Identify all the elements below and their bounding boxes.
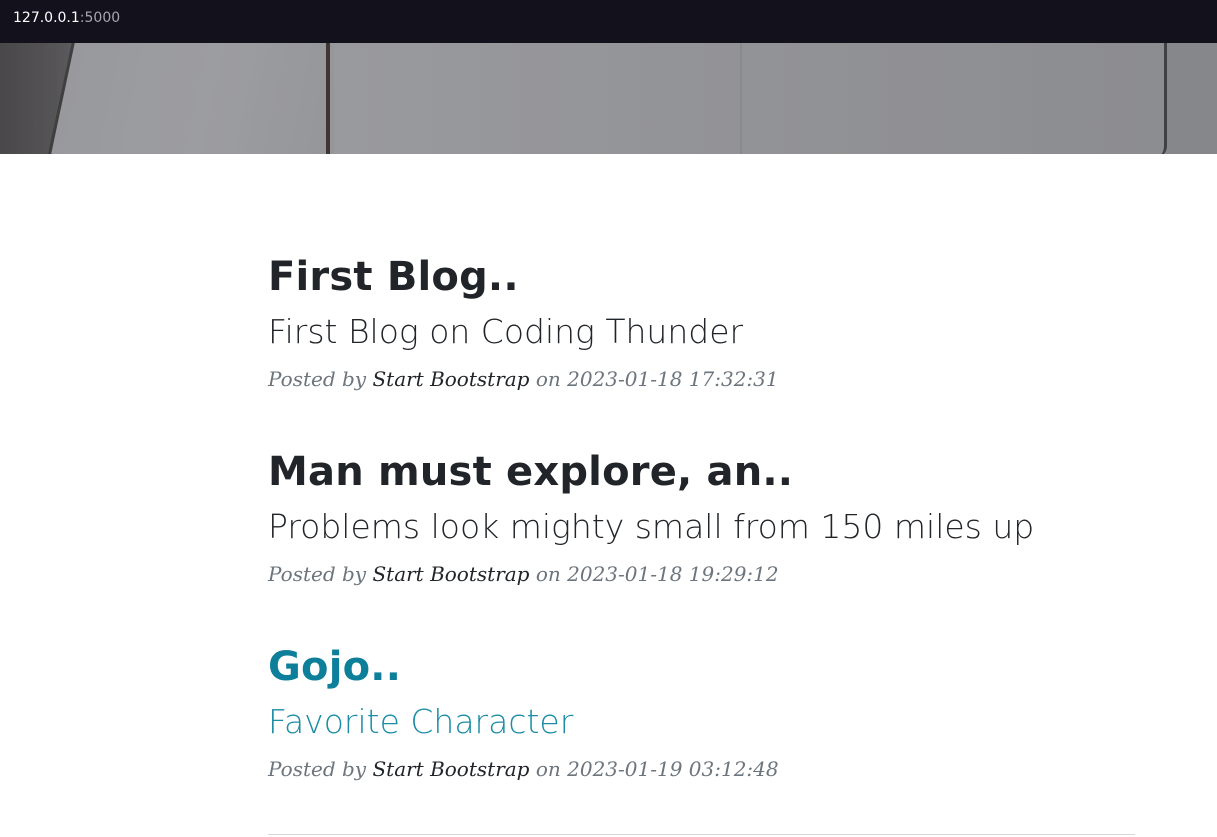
post-title: Man must explore, an..	[268, 449, 794, 495]
post-preview: Gojo.. Favorite Character Posted by Star…	[268, 642, 1148, 784]
post-meta-on: on	[529, 757, 568, 781]
post-meta: Posted by Start Bootstrap on 2023-01-19 …	[268, 754, 1148, 784]
post-divider	[268, 834, 1135, 835]
address-bar[interactable]: 127.0.0.1:5000	[0, 0, 1217, 43]
address-host: 127.0.0.1	[13, 10, 80, 26]
post-meta-prefix: Posted by	[268, 562, 373, 586]
hero-overlay	[0, 43, 1217, 154]
post-subtitle: Problems look mighty small from 150 mile…	[268, 507, 1035, 546]
post-title: First Blog..	[268, 254, 519, 300]
post-link[interactable]: First Blog.. First Blog on Coding Thunde…	[268, 252, 1148, 354]
post-author-link[interactable]: Start Bootstrap	[372, 562, 529, 586]
post-subtitle: Favorite Character	[268, 702, 574, 741]
post-date: 2023-01-18 19:29:12	[567, 562, 779, 586]
post-meta-prefix: Posted by	[268, 367, 373, 391]
post-title: Gojo..	[268, 644, 402, 690]
post-link[interactable]: Gojo.. Favorite Character	[268, 642, 1148, 744]
post-meta-prefix: Posted by	[268, 757, 373, 781]
post-meta: Posted by Start Bootstrap on 2023-01-18 …	[268, 364, 1148, 394]
header-background-image	[0, 43, 1217, 154]
post-date: 2023-01-19 03:12:48	[567, 757, 779, 781]
address-text[interactable]: 127.0.0.1:5000	[13, 0, 120, 36]
post-preview: Man must explore, an.. Problems look mig…	[268, 447, 1148, 589]
post-preview: First Blog.. First Blog on Coding Thunde…	[268, 252, 1148, 394]
post-subtitle: First Blog on Coding Thunder	[268, 312, 744, 351]
post-meta-on: on	[529, 562, 568, 586]
post-link[interactable]: Man must explore, an.. Problems look mig…	[268, 447, 1148, 549]
address-port: :5000	[79, 10, 121, 26]
post-meta-on: on	[529, 367, 568, 391]
post-date: 2023-01-18 17:32:31	[567, 367, 779, 391]
post-author-link[interactable]: Start Bootstrap	[372, 367, 529, 391]
post-author-link[interactable]: Start Bootstrap	[372, 757, 529, 781]
post-meta: Posted by Start Bootstrap on 2023-01-18 …	[268, 559, 1148, 589]
